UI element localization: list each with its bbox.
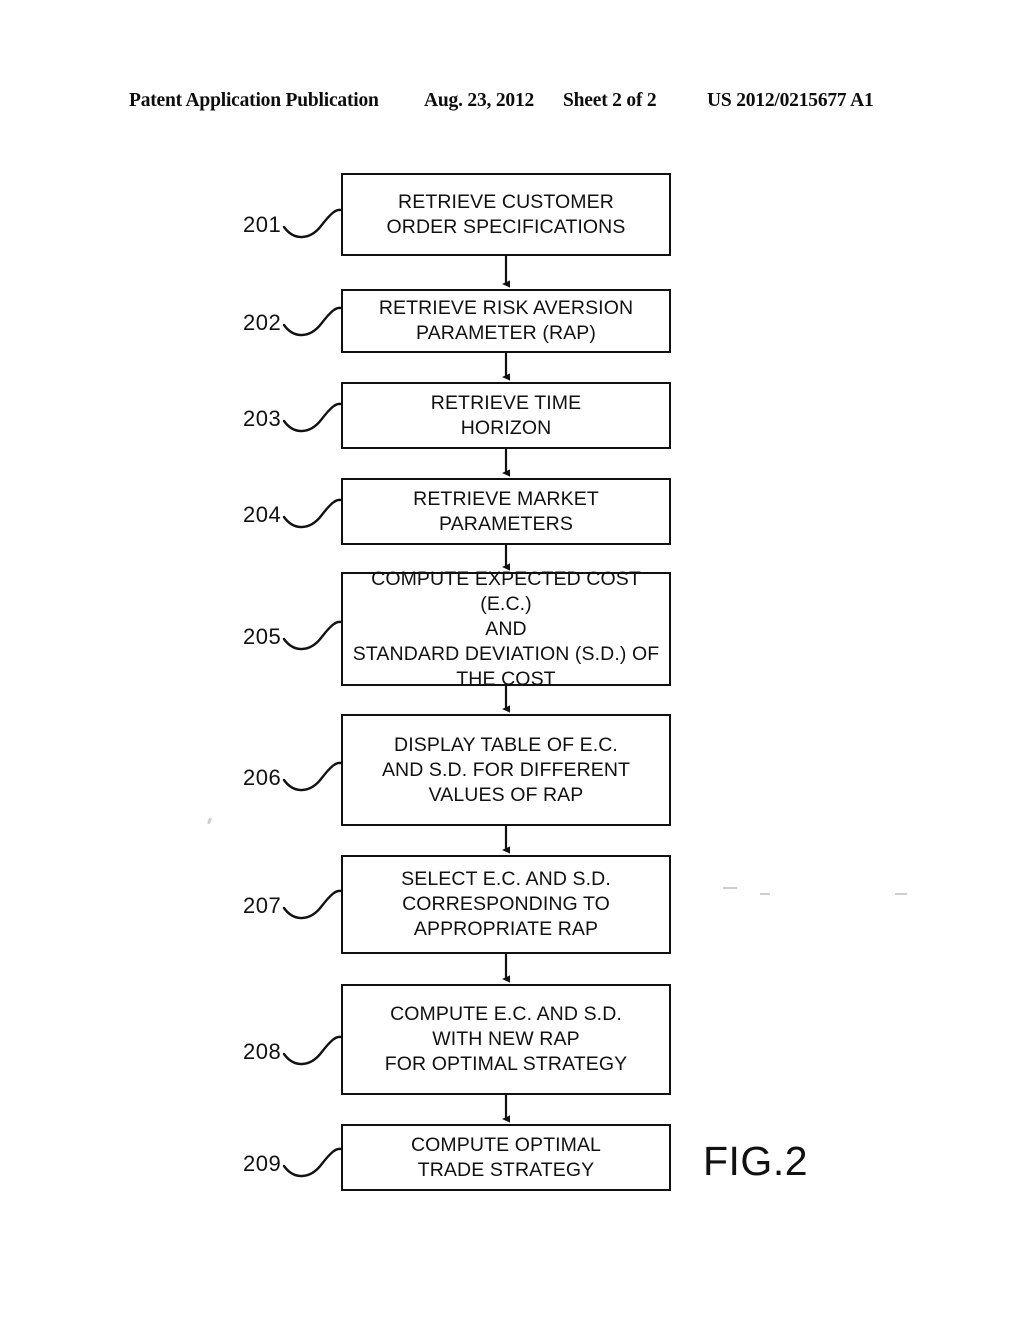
step-ref-206: 206 <box>243 765 282 790</box>
leader-squiggles <box>282 208 343 1178</box>
process-box-209-label: COMPUTE OPTIMAL TRADE STRATEGY <box>410 1133 602 1181</box>
process-box-202: RETRIEVE RISK AVERSION PARAMETER (RAP) <box>341 289 671 353</box>
step-ref-201: 201 <box>243 212 282 237</box>
process-box-201-label: RETRIEVE CUSTOMER ORDER SPECIFICATIONS <box>386 190 626 238</box>
process-box-201: RETRIEVE CUSTOMER ORDER SPECIFICATIONS <box>341 173 671 256</box>
process-box-207: SELECT E.C. AND S.D. CORRESPONDING TO AP… <box>341 855 671 954</box>
step-ref-202: 202 <box>243 310 282 335</box>
scan-speckle <box>895 893 907 895</box>
process-box-206: DISPLAY TABLE OF E.C. AND S.D. FOR DIFFE… <box>341 714 671 826</box>
process-box-208: COMPUTE E.C. AND S.D. WITH NEW RAP FOR O… <box>341 984 671 1095</box>
process-box-204-label: RETRIEVE MARKET PARAMETERS <box>413 487 599 535</box>
step-ref-205: 205 <box>243 624 282 649</box>
flowchart-figure: 201 202 203 204 205 206 207 208 209 RETR… <box>0 0 1024 1320</box>
step-ref-207: 207 <box>243 893 282 918</box>
process-box-207-label: SELECT E.C. AND S.D. CORRESPONDING TO AP… <box>401 868 611 940</box>
step-ref-208: 208 <box>243 1039 282 1064</box>
process-box-209: COMPUTE OPTIMAL TRADE STRATEGY <box>341 1124 671 1191</box>
process-box-205: COMPUTE EXPECTED COST (E.C.) AND STANDAR… <box>341 568 671 690</box>
process-box-205-label: COMPUTE EXPECTED COST (E.C.) AND STANDAR… <box>352 567 660 690</box>
figure-caption: FIG.2 <box>703 1138 809 1184</box>
process-box-208-label: COMPUTE E.C. AND S.D. WITH NEW RAP FOR O… <box>384 1003 628 1075</box>
process-box-204: RETRIEVE MARKET PARAMETERS <box>341 478 671 545</box>
process-box-203-label: RETRIEVE TIME HORIZON <box>430 391 582 439</box>
process-box-206-label: DISPLAY TABLE OF E.C. AND S.D. FOR DIFFE… <box>381 733 631 806</box>
step-ref-204: 204 <box>243 502 282 527</box>
step-ref-203: 203 <box>243 406 282 431</box>
scan-speckle <box>723 887 737 889</box>
step-ref-209: 209 <box>243 1151 282 1176</box>
scan-speckle <box>760 893 770 895</box>
process-box-202-label: RETRIEVE RISK AVERSION PARAMETER (RAP) <box>378 297 634 344</box>
process-box-203: RETRIEVE TIME HORIZON <box>341 382 671 449</box>
scan-speckle <box>207 817 212 825</box>
